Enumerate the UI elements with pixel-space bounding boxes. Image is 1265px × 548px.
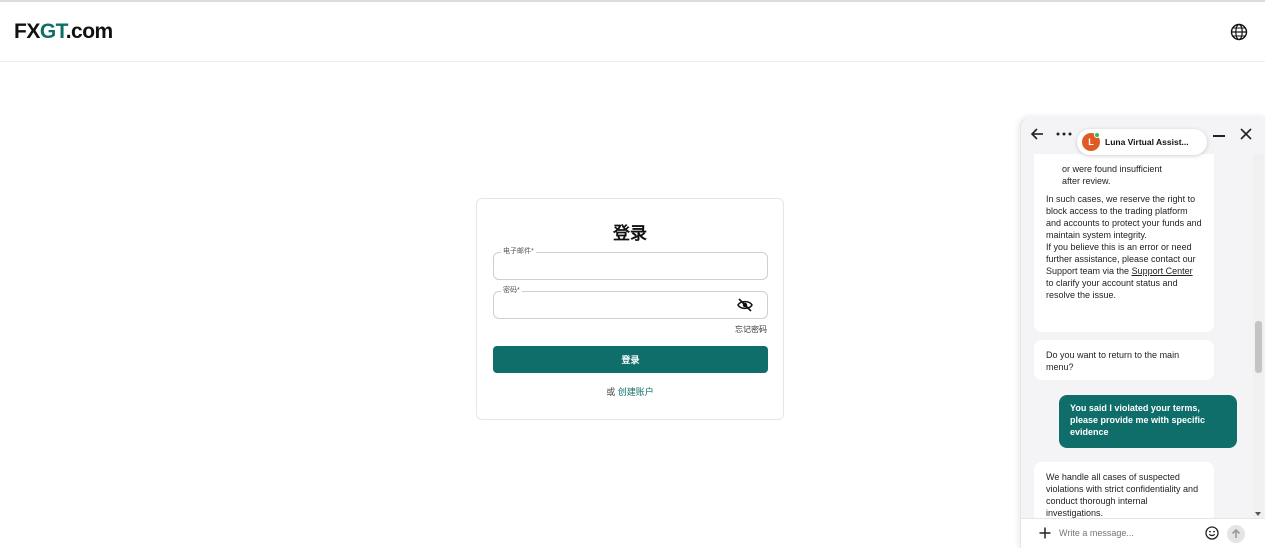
chat-composer — [1021, 518, 1265, 548]
or-text: 或 — [606, 387, 616, 397]
globe-icon[interactable] — [1230, 23, 1248, 41]
scroll-thumb[interactable] — [1255, 321, 1262, 373]
fxgt-logo[interactable]: FXGT.com — [14, 20, 113, 44]
arrow-left-icon[interactable] — [1030, 127, 1044, 141]
message-input[interactable] — [1059, 525, 1199, 541]
password-input[interactable] — [502, 296, 722, 314]
arrow-up-icon — [1231, 528, 1241, 538]
support-center-link[interactable]: Support Center — [1132, 266, 1193, 276]
message-text: after review. — [1062, 176, 1111, 186]
message-text: or were found insufficient — [1062, 164, 1162, 174]
bot-message: We handle all cases of suspected violati… — [1034, 462, 1214, 518]
eye-slash-icon[interactable] — [737, 298, 753, 312]
logo-gt: GT — [39, 20, 66, 43]
login-button[interactable]: 登录 — [493, 346, 768, 373]
chat-widget: L Luna Virtual Assist... or were found i… — [1020, 116, 1265, 548]
chat-messages[interactable]: or were found insufficient after review.… — [1021, 154, 1254, 518]
send-button[interactable] — [1227, 525, 1245, 543]
scroll-down-arrow[interactable] — [1255, 512, 1261, 516]
login-title: 登录 — [613, 224, 647, 243]
close-icon[interactable] — [1239, 127, 1253, 141]
create-account-row: 或 创建账户 — [477, 385, 783, 398]
chat-scrollbar[interactable] — [1253, 154, 1264, 518]
logo-fx: FX — [14, 20, 40, 43]
password-field[interactable]: 密码* — [493, 286, 768, 319]
password-label: 密码* — [501, 286, 522, 296]
forgot-password-link[interactable]: 忘记密码 — [735, 324, 767, 335]
agent-pill[interactable]: L Luna Virtual Assist... — [1077, 129, 1207, 155]
create-account-link[interactable]: 创建账户 — [618, 387, 654, 397]
site-header: FXGT.com — [0, 2, 1265, 62]
email-input[interactable] — [502, 257, 722, 275]
logo-com: .com — [65, 20, 114, 43]
login-card: 登录 电子邮件* 密码* 忘记密码 登录 或 创建账户 — [476, 198, 784, 420]
bot-message: or were found insufficient after review.… — [1034, 154, 1214, 332]
more-dots-icon[interactable] — [1056, 131, 1072, 137]
agent-name: Luna Virtual Assist... — [1105, 137, 1189, 147]
online-status-dot — [1094, 132, 1100, 138]
message-text: If you believe this is an error or need … — [1046, 241, 1202, 301]
user-message: You said I violated your terms, please p… — [1059, 395, 1237, 448]
bot-message: Do you want to return to the main menu? — [1034, 340, 1214, 380]
email-field[interactable]: 电子邮件* — [493, 247, 768, 280]
plus-icon[interactable] — [1039, 527, 1051, 539]
email-label: 电子邮件* — [501, 247, 536, 257]
message-text: In such cases, we reserve the right to b… — [1046, 194, 1202, 240]
message-text-part: to clarify your account status and resol… — [1046, 278, 1178, 300]
minimize-icon[interactable] — [1213, 135, 1225, 137]
emoji-icon[interactable] — [1205, 526, 1219, 540]
